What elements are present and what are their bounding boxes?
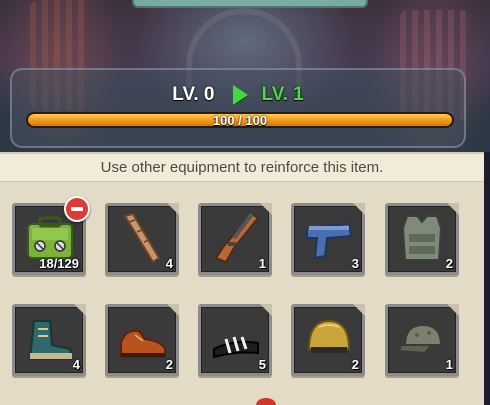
- helmet-icon: [307, 319, 351, 353]
- wooden-club-icon: [123, 212, 161, 264]
- equipment-slot-brown-shoe[interactable]: 2: [105, 304, 179, 376]
- experience-progress-bar: 100 / 100: [26, 112, 454, 128]
- item-count: 2: [351, 357, 359, 372]
- current-level: LV. 0: [172, 84, 215, 105]
- hunting-rifle-icon: [214, 212, 260, 264]
- equipment-slot-helmet[interactable]: 2: [291, 304, 365, 376]
- item-count: 3: [351, 256, 359, 271]
- brown-shoe-icon: [120, 329, 166, 358]
- item-count: 4: [72, 357, 80, 372]
- next-level: LV. 1: [261, 84, 304, 105]
- item-count: 18/129: [39, 256, 79, 271]
- item-count: 5: [258, 357, 266, 372]
- body-armor-vest-icon: [401, 215, 443, 261]
- hint-text: Use other equipment to reinforce this it…: [100, 159, 384, 176]
- item-count: 4: [165, 256, 173, 271]
- play-arrow-icon: [232, 85, 248, 105]
- item-count: 2: [445, 256, 453, 271]
- equipment-slot-body-armor[interactable]: 2: [385, 203, 459, 275]
- equipment-slot-cap[interactable]: 1: [385, 304, 459, 376]
- equipment-slot-hiking-boot[interactable]: 4: [12, 304, 86, 376]
- equipment-slot-pistol[interactable]: 3: [291, 203, 365, 275]
- equipment-slot-hunting-rifle[interactable]: 1: [198, 203, 272, 275]
- sandal-icon: [213, 336, 259, 359]
- right-edge-strip: [484, 152, 490, 405]
- cap-icon: [397, 323, 443, 355]
- equipment-slot-sandal[interactable]: 5: [198, 304, 272, 376]
- top-panel-edge: [132, 0, 368, 8]
- hiking-boot-icon: [28, 320, 74, 360]
- item-count: 1: [258, 256, 266, 271]
- pistol-icon: [306, 222, 353, 260]
- level-upgrade-panel: LV. 0 LV. 1 100 / 100: [10, 68, 466, 148]
- remove-icon[interactable]: [64, 196, 90, 222]
- item-count: 2: [165, 357, 173, 372]
- item-count: 1: [445, 357, 453, 372]
- progress-text: 100 / 100: [212, 113, 268, 128]
- equipment-slot-wooden-club[interactable]: 4: [105, 203, 179, 275]
- hint-bar: Use other equipment to reinforce this it…: [0, 152, 484, 182]
- notification-dot: [256, 398, 276, 405]
- level-row: LV. 0 LV. 1: [12, 82, 464, 108]
